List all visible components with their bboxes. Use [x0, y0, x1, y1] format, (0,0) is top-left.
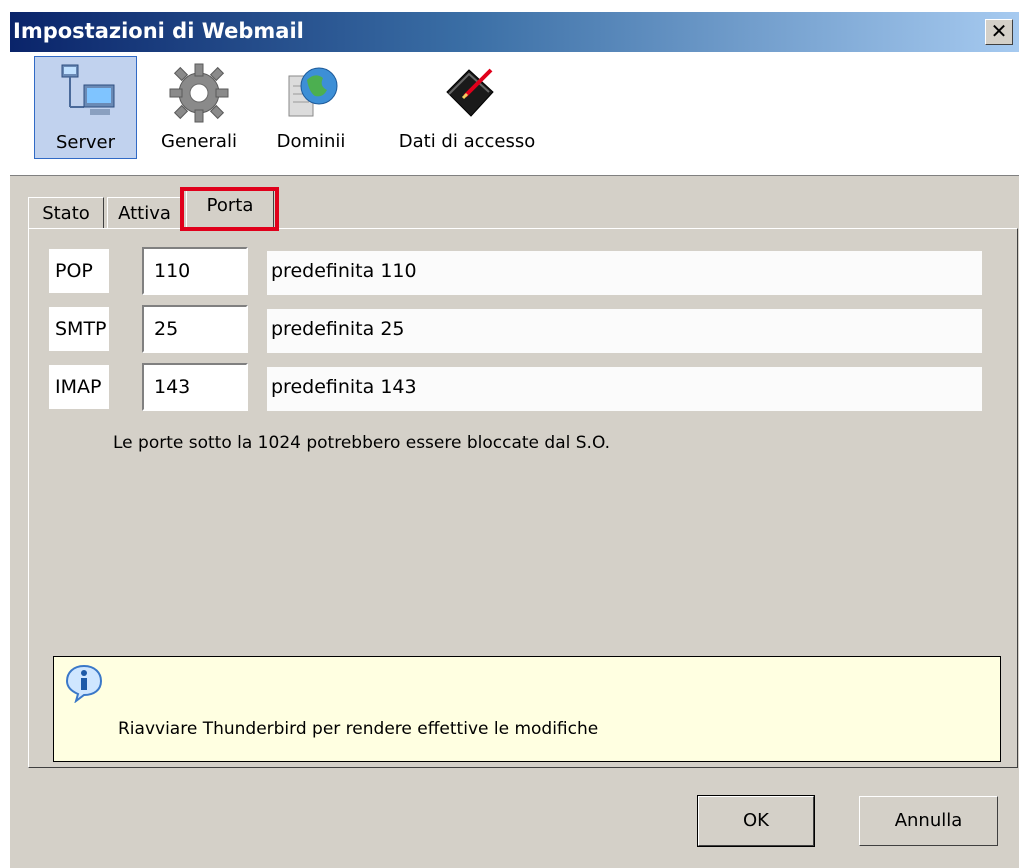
pop-label: POP [49, 249, 109, 293]
webmail-settings-dialog: Impostazioni di Webmail ✕ Server General… [10, 12, 1019, 868]
ok-button[interactable]: OK [697, 795, 815, 847]
category-toolbar: Server Generali Dominii Dati di accesso [10, 52, 1019, 176]
pop-default-hint: predefinita 110 [267, 251, 982, 295]
tab-label: Stato [42, 203, 90, 224]
close-icon: ✕ [990, 19, 1008, 43]
tab-attiva[interactable]: Attiva [107, 197, 182, 229]
toolbar-label: Generali [161, 131, 237, 152]
tab-label: Porta [206, 195, 254, 216]
toolbar-item-dati-di-accesso[interactable]: Dati di accesso [382, 56, 552, 159]
info-box: Riavviare Thunderbird per rendere effett… [53, 656, 1001, 762]
close-button[interactable]: ✕ [985, 19, 1013, 45]
toolbar-label: Server [55, 132, 116, 153]
tab-porta[interactable]: Porta [186, 189, 274, 229]
imap-label: IMAP [49, 365, 109, 409]
tab-label: Attiva [118, 203, 171, 224]
imap-port-input[interactable] [142, 363, 248, 411]
smtp-port-input[interactable] [142, 305, 248, 353]
pop-port-input[interactable] [142, 247, 248, 295]
restart-message: Riavviare Thunderbird per rendere effett… [118, 719, 599, 739]
dialog-title: Impostazioni di Webmail [13, 19, 304, 43]
title-bar[interactable]: Impostazioni di Webmail ✕ [10, 12, 1019, 52]
toolbar-item-generali[interactable]: Generali [147, 56, 251, 159]
globe-server-icon [288, 67, 338, 117]
info-icon [65, 664, 103, 703]
toolbar-label: Dati di accesso [398, 131, 536, 152]
toolbar-label: Dominii [276, 131, 346, 152]
book-pen-icon [446, 68, 494, 117]
cancel-button[interactable]: Annulla [859, 796, 998, 846]
smtp-default-hint: predefinita 25 [267, 309, 982, 353]
tab-stato[interactable]: Stato [28, 197, 104, 229]
server-icon [61, 64, 114, 115]
ports-panel: POP predefinita 110 SMTP predefinita 25 … [28, 228, 1018, 768]
ports-warning-note: Le porte sotto la 1024 potrebbero essere… [113, 433, 611, 453]
toolbar-item-dominii[interactable]: Dominii [263, 56, 359, 159]
toolbar-item-server[interactable]: Server [34, 56, 137, 159]
gear-icon [169, 63, 229, 123]
smtp-label: SMTP [49, 307, 109, 351]
imap-default-hint: predefinita 143 [267, 367, 982, 411]
